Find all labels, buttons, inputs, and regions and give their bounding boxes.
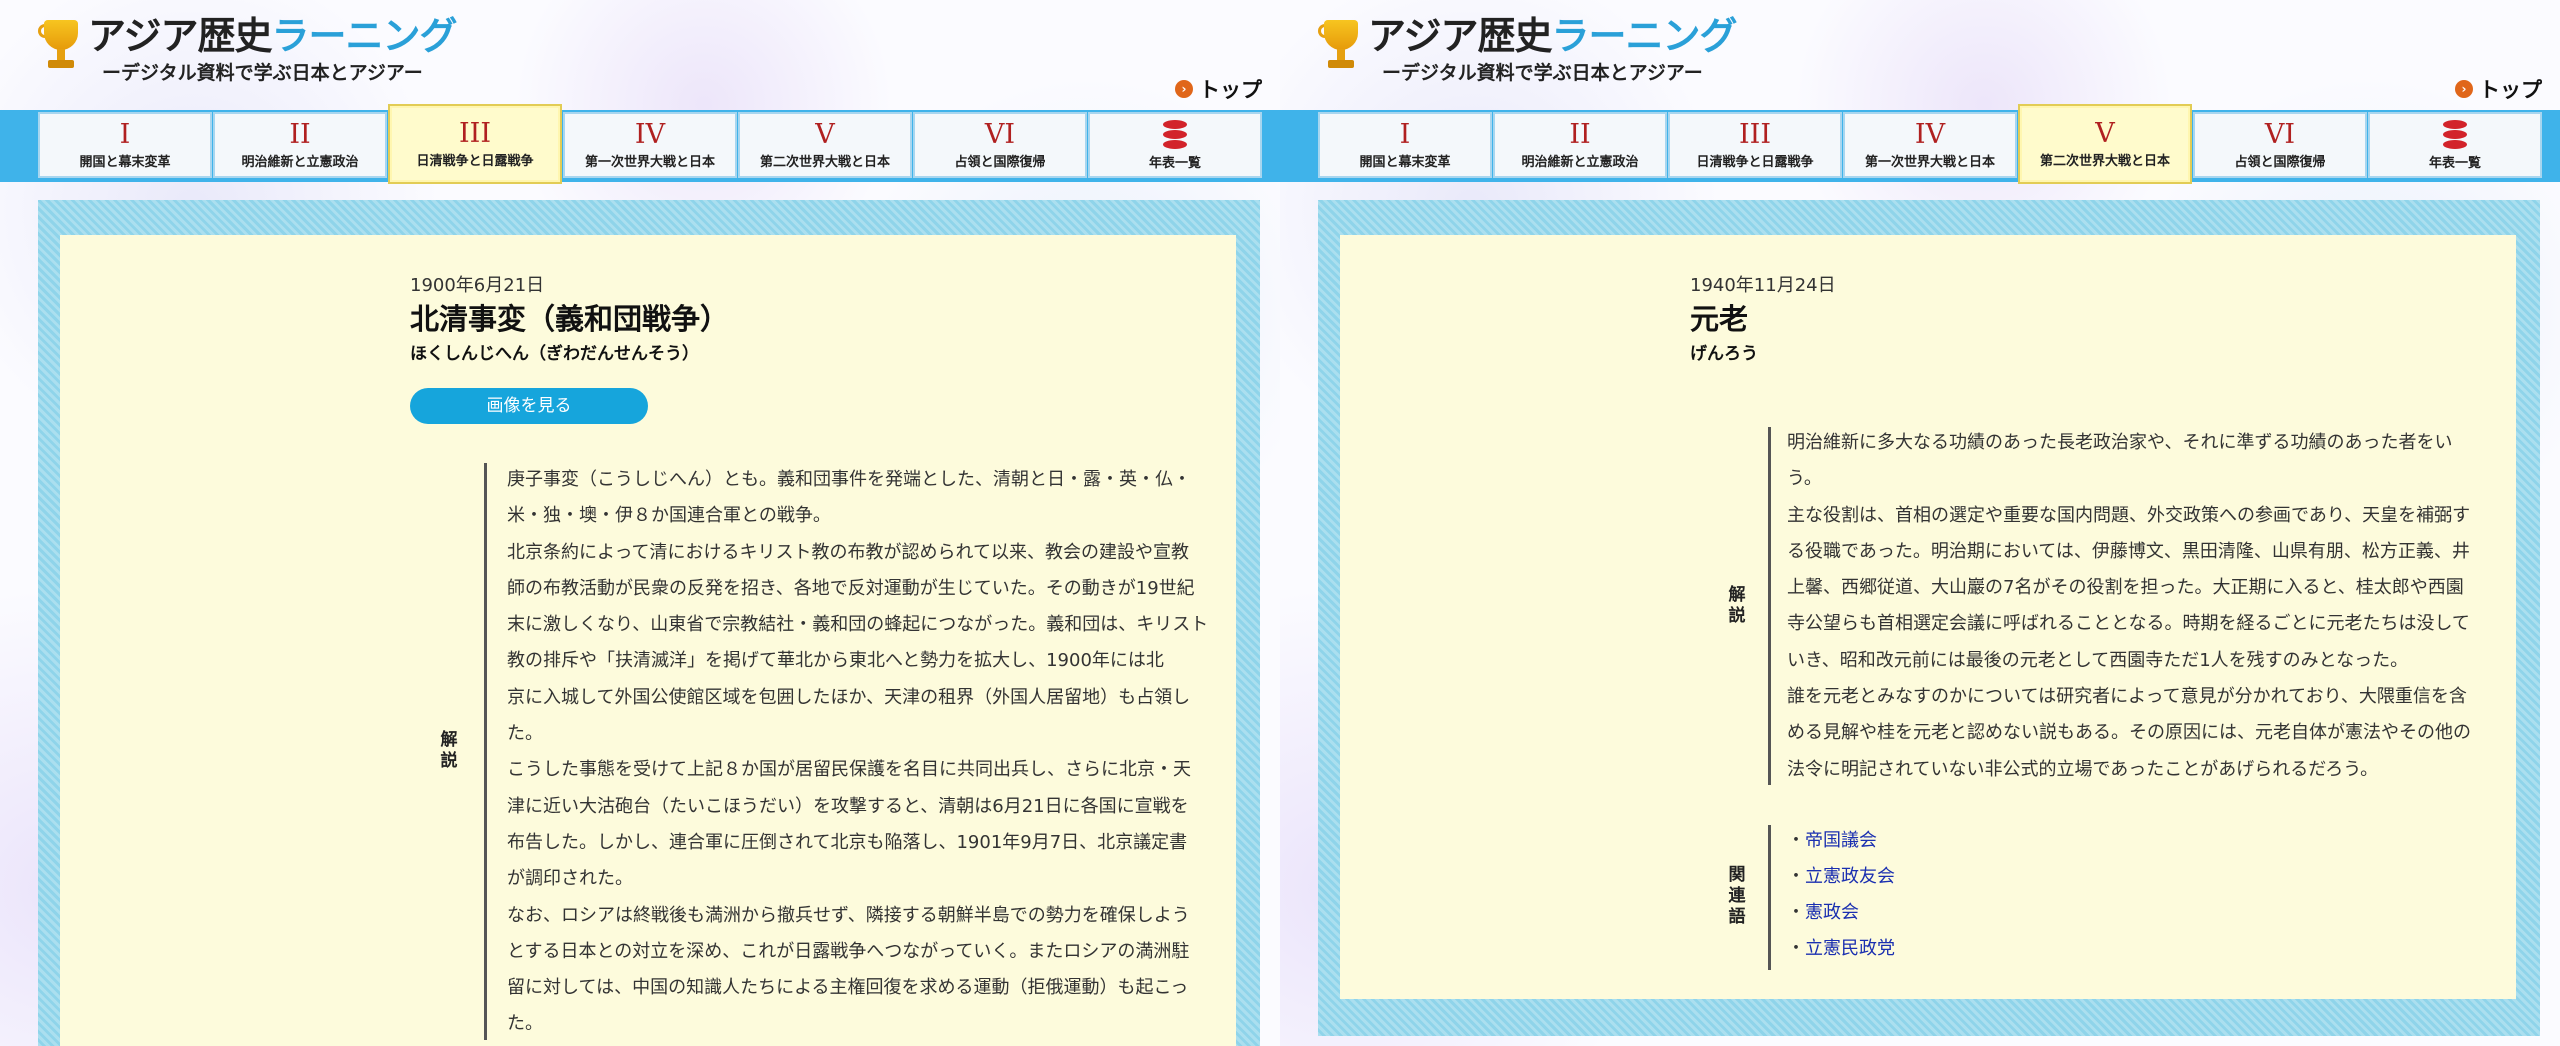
chevron-right-icon: › bbox=[1175, 80, 1193, 98]
section-label: 解説 bbox=[440, 730, 458, 771]
section-divider bbox=[1768, 427, 1771, 785]
related-link[interactable]: 憲政会 bbox=[1805, 902, 1859, 923]
nav-item-5[interactable]: V 第二次世界大戦と日本 bbox=[2018, 104, 2192, 184]
related-label: 関連語 bbox=[1728, 865, 1746, 927]
article-title: 元老 bbox=[1690, 302, 1749, 336]
article-title: 北清事変（義和団戦争） bbox=[410, 302, 730, 336]
chevron-right-icon: › bbox=[2455, 80, 2473, 98]
database-icon bbox=[1163, 119, 1187, 150]
article-date: 1940年11月24日 bbox=[1690, 275, 1836, 296]
nav-item-6[interactable]: VI 占領と国際復帰 bbox=[913, 112, 1087, 178]
top-link[interactable]: › トップ bbox=[2455, 74, 2542, 104]
list-item: ・帝国議会 bbox=[1787, 830, 1877, 851]
nav-item-timeline[interactable]: 年表一覧 bbox=[1088, 112, 1262, 178]
nav-item-2[interactable]: II 明治維新と立憲政治 bbox=[213, 112, 387, 178]
related-link[interactable]: 立憲政友会 bbox=[1805, 866, 1895, 887]
nav-item-4[interactable]: IV 第一次世界大戦と日本 bbox=[563, 112, 737, 178]
article: 1940年11月24日 元老 げんろう 解説 明治維新に多大なる功績のあった長老… bbox=[1340, 235, 2516, 999]
site-logo[interactable]: アジア歴史ラーニング ーデジタル資料で学ぶ日本とアジアー bbox=[38, 14, 458, 85]
site-title: アジア歴史ラーニング bbox=[88, 14, 458, 58]
related-link[interactable]: 立憲民政党 bbox=[1805, 938, 1895, 959]
article-reading: げんろう bbox=[1690, 344, 1758, 364]
nav-item-1[interactable]: I 開国と幕末変革 bbox=[1318, 112, 1492, 178]
site-title: アジア歴史ラーニング bbox=[1368, 14, 1738, 58]
nav-item-5[interactable]: V 第二次世界大戦と日本 bbox=[738, 112, 912, 178]
list-item: ・憲政会 bbox=[1787, 902, 1859, 923]
section-label: 解説 bbox=[1728, 585, 1746, 626]
article: 1900年6月21日 北清事変（義和団戦争） ほくしんじへん（ぎわだんせんそう）… bbox=[60, 235, 1236, 1046]
trophy-icon bbox=[38, 16, 84, 72]
site-subtitle: ーデジタル資料で学ぶ日本とアジアー bbox=[102, 62, 423, 84]
trophy-icon bbox=[1318, 16, 1364, 72]
list-item: ・立憲政友会 bbox=[1787, 866, 1895, 887]
related-link[interactable]: 帝国議会 bbox=[1805, 830, 1877, 851]
article-reading: ほくしんじへん（ぎわだんせんそう） bbox=[410, 344, 699, 364]
nav-item-3[interactable]: III 日清戦争と日露戦争 bbox=[388, 104, 562, 184]
nav-item-6[interactable]: VI 占領と国際復帰 bbox=[2193, 112, 2367, 178]
nav-item-4[interactable]: IV 第一次世界大戦と日本 bbox=[1843, 112, 2017, 178]
view-image-button[interactable]: 画像を見る bbox=[410, 388, 648, 424]
article-date: 1900年6月21日 bbox=[410, 275, 545, 296]
nav-item-3[interactable]: III 日清戦争と日露戦争 bbox=[1668, 112, 1842, 178]
section-divider bbox=[484, 463, 487, 1040]
content-frame: 1940年11月24日 元老 げんろう 解説 明治維新に多大なる功績のあった長老… bbox=[1318, 200, 2540, 1036]
nav-item-1[interactable]: I 開国と幕末変革 bbox=[38, 112, 212, 178]
left-pane: アジア歴史ラーニング ーデジタル資料で学ぶ日本とアジアー › トップ I 開国と幕… bbox=[0, 0, 1280, 1046]
explanation-text: 庚子事変（こうしじへん）とも。義和団事件を発端とした、清朝と日・露・英・仏・ 米・… bbox=[507, 469, 1209, 1035]
related-divider bbox=[1768, 825, 1771, 970]
nav-item-2[interactable]: II 明治維新と立憲政治 bbox=[1493, 112, 1667, 178]
right-pane: アジア歴史ラーニング ーデジタル資料で学ぶ日本とアジアー › トップ I 開国と幕… bbox=[1280, 0, 2560, 1046]
nav-item-timeline[interactable]: 年表一覧 bbox=[2368, 112, 2542, 178]
related-terms: ・帝国議会 ・立憲政友会 ・憲政会 ・立憲民政党 bbox=[1787, 823, 1895, 967]
chapter-nav: I 開国と幕末変革 II 明治維新と立憲政治 III 日清戦争と日露戦争 IV 第一次世… bbox=[1280, 104, 2560, 184]
chapter-nav: I 開国と幕末変革 II 明治維新と立憲政治 III 日清戦争と日露戦争 IV 第一次世… bbox=[0, 104, 1280, 184]
database-icon bbox=[2443, 119, 2467, 150]
site-subtitle: ーデジタル資料で学ぶ日本とアジアー bbox=[1382, 62, 1703, 84]
explanation-text: 明治維新に多大なる功績のあった長老政治家や、それに準ずる功績のあった者をい う。主… bbox=[1787, 432, 2471, 780]
top-link[interactable]: › トップ bbox=[1175, 74, 1262, 104]
content-frame: 1900年6月21日 北清事変（義和団戦争） ほくしんじへん（ぎわだんせんそう）… bbox=[38, 200, 1260, 1046]
list-item: ・立憲民政党 bbox=[1787, 938, 1895, 959]
site-logo[interactable]: アジア歴史ラーニング ーデジタル資料で学ぶ日本とアジアー bbox=[1318, 14, 1738, 85]
